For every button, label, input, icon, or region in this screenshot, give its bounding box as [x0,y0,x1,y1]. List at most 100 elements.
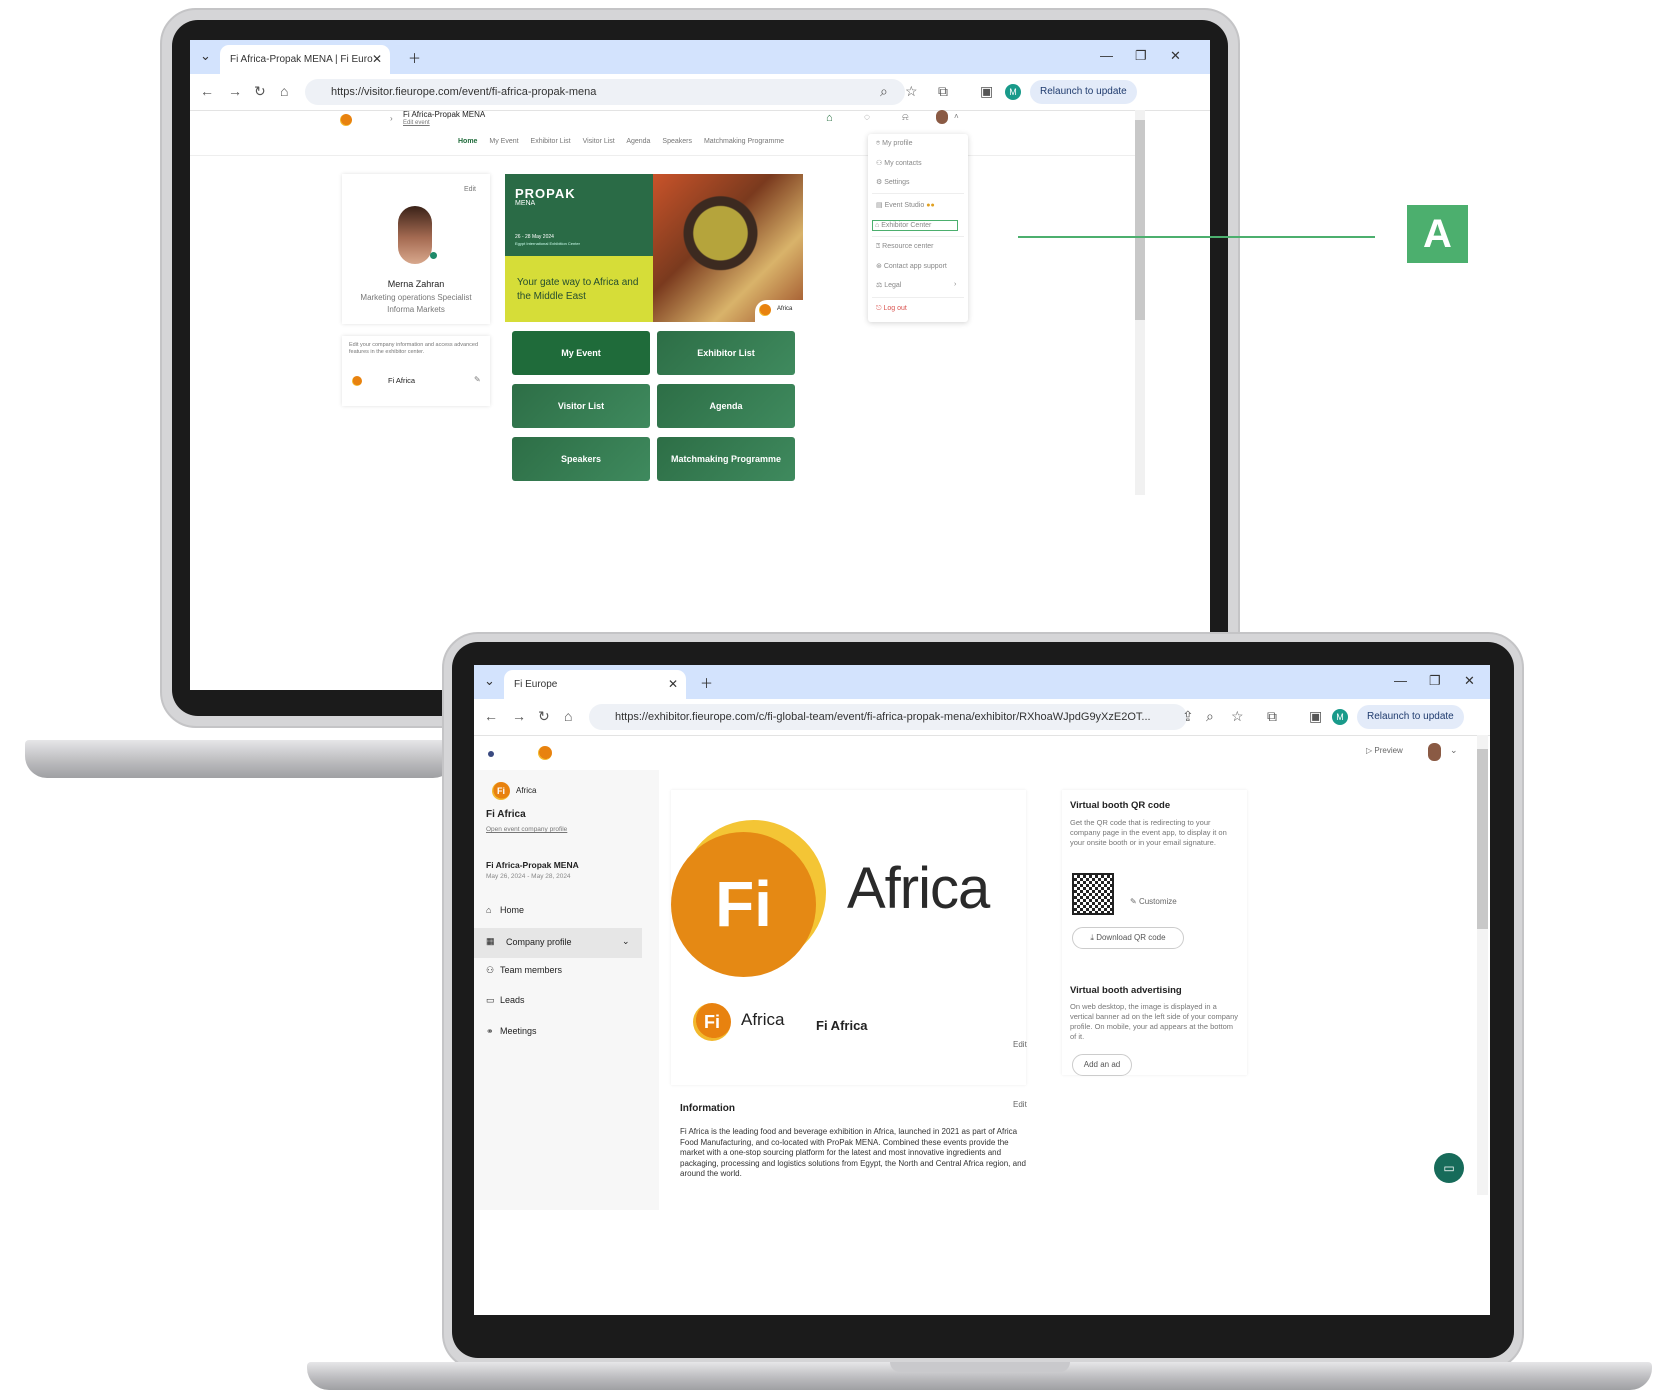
scrollbar[interactable] [1135,110,1145,495]
menu-legal[interactable]: ⚖ Legal › [876,281,956,289]
add-ad-button[interactable]: Add an ad [1072,1054,1132,1076]
home-icon[interactable]: ⌂ [826,112,833,124]
home-icon[interactable]: ⌂ [280,83,288,99]
menu-my-profile[interactable]: ⌾ My profile [876,140,913,148]
nav-tab-agenda[interactable]: Agenda [626,138,650,145]
forward-arrow-icon[interactable]: → [228,83,242,99]
emoji-icon: ●● [926,202,935,209]
chevron-down-icon[interactable]: ⌄ [1450,745,1458,756]
bell-icon[interactable]: ⍾ [902,112,909,123]
side-panel-icon[interactable]: ▣ [980,83,993,100]
edit-profile-link[interactable]: Edit [464,186,476,193]
menu-label: Resource center [882,243,934,250]
tab-list-icon[interactable]: ⌄ [484,673,495,689]
menu-my-contacts[interactable]: ⚇ My contacts [876,159,922,167]
chevron-up-icon[interactable]: ˄ [954,112,959,121]
sidebar: Fi Africa Fi Africa Open event company p… [474,770,659,1210]
extensions-icon[interactable]: ⧉ [1267,708,1277,725]
back-arrow-icon[interactable]: ← [200,83,214,99]
sidebar-item-meetings[interactable]: ⚭ Meetings [486,1026,537,1037]
menu-event-studio[interactable]: ▤ Event Studio ●● [876,201,935,209]
front-laptop-notch [890,1362,1070,1372]
tile-label: Exhibitor List [697,348,755,358]
chat-support-button[interactable]: ▭ [1434,1153,1464,1183]
ad-description: On web desktop, the image is displayed i… [1070,1002,1239,1041]
tile-agenda[interactable]: Agenda [657,384,795,428]
profile-avatar[interactable]: M [1005,84,1021,100]
tile-exhibitor-list[interactable]: Exhibitor List [657,331,795,375]
ad-title: Virtual booth advertising [1070,985,1182,996]
user-avatar[interactable] [936,110,948,124]
sidebar-item-home[interactable]: ⌂ Home [486,905,524,915]
restore-icon[interactable]: ❐ [1135,48,1147,64]
sidebar-item-label: Home [500,905,525,915]
sidebar-item-team-members[interactable]: ⚇ Team members [486,965,562,976]
forward-arrow-icon[interactable]: → [512,708,526,724]
side-panel-icon[interactable]: ▣ [1309,708,1322,725]
banner-yellow-panel: Your gate way to Africa and the Middle E… [505,256,653,322]
edit-logo-link[interactable]: Edit [1013,1040,1027,1049]
sidebar-item-leads[interactable]: ▭ Leads [486,995,525,1006]
tile-my-event[interactable]: My Event [512,331,650,375]
back-active-tab[interactable]: Fi Africa-Propak MENA | Fi Euro ✕ [220,45,390,74]
sidebar-item-label: Leads [500,995,525,1005]
edit-information-link[interactable]: Edit [1013,1100,1027,1109]
profile-avatar[interactable]: M [1332,709,1348,725]
back-arrow-icon[interactable]: ← [484,708,498,724]
relaunch-button[interactable]: Relaunch to update [1030,80,1137,104]
tile-matchmaking[interactable]: Matchmaking Programme [657,437,795,481]
menu-resource-center[interactable]: ⍰ Resource center [876,243,934,251]
front-active-tab[interactable]: Fi Europe ✕ [504,670,686,699]
download-qr-button[interactable]: ⤓ Download QR code [1072,927,1184,949]
nav-tab-my-event[interactable]: My Event [489,138,518,145]
back-screen: ⌄ Fi Africa-Propak MENA | Fi Euro ✕ ＋ — … [190,40,1210,690]
bookmark-star-icon[interactable]: ☆ [905,83,918,100]
home-icon[interactable]: ⌂ [564,708,572,724]
reload-icon[interactable]: ↻ [538,708,550,725]
scrollbar[interactable] [1477,735,1488,1195]
nav-tab-speakers[interactable]: Speakers [662,138,692,145]
relaunch-button[interactable]: Relaunch to update [1357,705,1464,729]
nav-tab-visitor-list[interactable]: Visitor List [583,138,615,145]
company-note: Edit your company information and access… [349,342,479,355]
user-avatar[interactable] [1428,743,1441,761]
banner-dates: 26 - 28 May 2024 [515,234,554,240]
nav-tab-matchmaking[interactable]: Matchmaking Programme [704,138,784,145]
new-tab-icon[interactable]: ＋ [700,673,713,692]
install-app-icon[interactable]: ⇪ [1182,708,1194,725]
reload-icon[interactable]: ↻ [254,83,266,100]
preview-button[interactable]: ▷ Preview [1366,746,1403,755]
restore-icon[interactable]: ❐ [1429,673,1441,689]
tile-visitor-list[interactable]: Visitor List [512,384,650,428]
chat-icon[interactable]: ◌ [864,112,870,123]
customize-link[interactable]: ✎ Customize [1130,897,1177,906]
tab-list-icon[interactable]: ⌄ [200,48,211,64]
nav-tab-home[interactable]: Home [458,138,477,145]
menu-settings[interactable]: ⚙ Settings [876,178,910,186]
callout-badge: A [1407,205,1468,263]
sidebar-item-company-profile[interactable]: ▦ Company profile ⌄ [474,928,642,958]
minimize-icon[interactable]: — [1394,673,1407,688]
bookmark-star-icon[interactable]: ☆ [1231,708,1244,725]
new-tab-icon[interactable]: ＋ [408,48,421,67]
close-window-icon[interactable]: ✕ [1464,673,1475,689]
url-field[interactable]: https://exhibitor.fieurope.com/c/fi-glob… [589,704,1187,730]
url-field[interactable]: https://visitor.fieurope.com/event/fi-af… [305,79,905,105]
zoom-icon[interactable]: ⌕ [1206,708,1214,725]
minimize-icon[interactable]: — [1100,48,1113,63]
nav-tab-exhibitor-list[interactable]: Exhibitor List [531,138,571,145]
menu-exhibitor-center[interactable]: ⌂ Exhibitor Center [872,220,958,231]
back-laptop-base [25,740,455,778]
edit-company-icon[interactable]: ✎ [474,375,481,384]
zoom-icon[interactable]: ⌕ [880,83,888,100]
tile-speakers[interactable]: Speakers [512,437,650,481]
close-tab-icon[interactable]: ✕ [372,45,382,74]
close-tab-icon[interactable]: ✕ [668,670,678,699]
extensions-icon[interactable]: ⧉ [938,83,948,100]
menu-contact-support[interactable]: ⊛ Contact app support [876,262,947,270]
edit-event-link[interactable]: Edit event [403,120,430,126]
menu-label: Settings [884,179,910,186]
menu-log-out[interactable]: ⎋ Log out [876,305,907,313]
close-window-icon[interactable]: ✕ [1170,48,1181,64]
open-profile-link[interactable]: Open event company profile [486,826,567,833]
